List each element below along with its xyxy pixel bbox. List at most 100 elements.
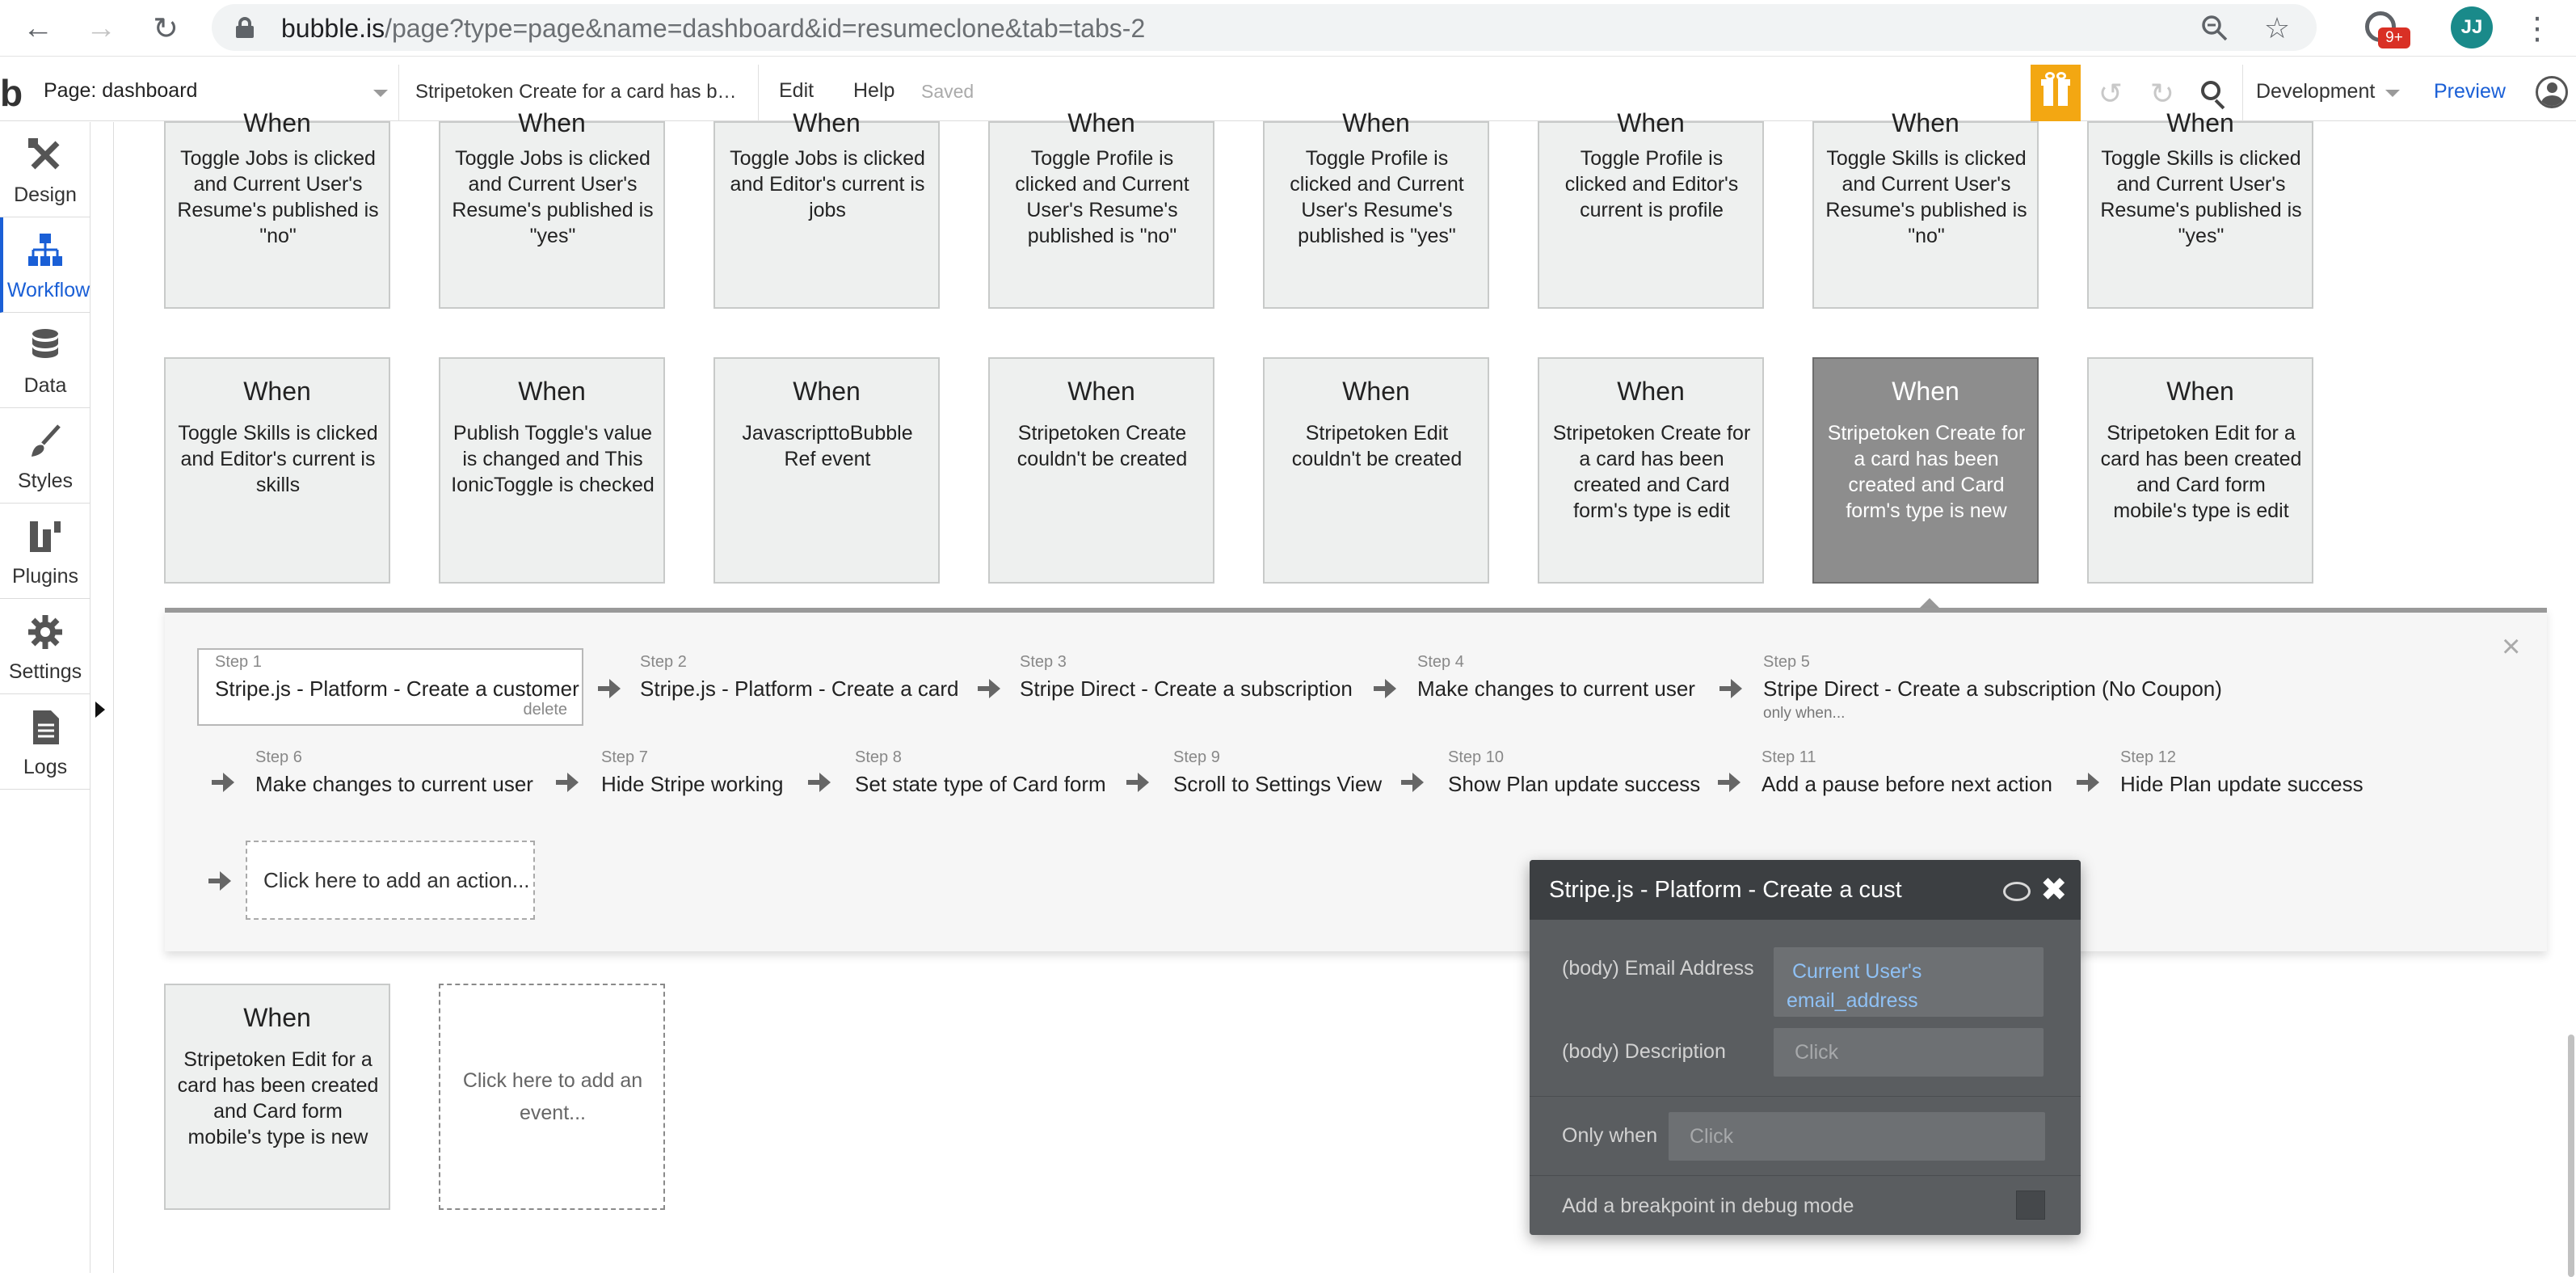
event-card[interactable]: When Stripetoken Edit for a card has been…	[164, 984, 390, 1210]
workflow-step-3[interactable]: Step 3 Stripe Direct - Create a subscrip…	[1020, 653, 1353, 702]
browser-menu-icon[interactable]: ⋮	[2521, 8, 2553, 48]
sidebar-item-label: Settings	[8, 660, 82, 683]
search-icon[interactable]	[2196, 76, 2232, 112]
arrow-right-icon	[1126, 773, 1149, 792]
workflow-step-8[interactable]: Step 8 Set state type of Card form	[855, 748, 1106, 797]
add-event-label: Click here to add an event...	[462, 1069, 643, 1124]
event-card[interactable]: When Publish Toggle's value is changed an…	[439, 357, 665, 584]
undo-icon[interactable]: ↺	[2093, 76, 2128, 112]
step-title: Stripe.js - Platform - Create a customer	[215, 676, 579, 701]
delete-step-link[interactable]: delete	[524, 701, 568, 719]
action-property-editor: Stripe.js - Platform - Create a cust ✖ (…	[1530, 860, 2081, 1235]
event-card[interactable]: When Stripetoken Edit couldn't be created	[1263, 357, 1489, 584]
redo-icon[interactable]: ↻	[2145, 76, 2180, 112]
event-description: Toggle Skills is clicked and Editor's cu…	[178, 422, 378, 496]
sidebar-item-design[interactable]: Design	[0, 122, 90, 217]
event-card[interactable]: When Stripetoken Edit for a card has been…	[2087, 357, 2313, 584]
email-address-label: (body) Email Address	[1562, 957, 1754, 980]
workflow-step-9[interactable]: Step 9 Scroll to Settings View	[1173, 748, 1382, 797]
bookmark-star-icon[interactable]: ☆	[2259, 11, 2295, 46]
sidebar-item-label: Workflow	[6, 279, 90, 301]
close-icon[interactable]: ×	[2502, 629, 2520, 665]
menu-help[interactable]: Help	[853, 79, 894, 103]
extension-icon[interactable]: 9+	[2362, 8, 2410, 48]
event-card[interactable]: When Toggle Skills is clicked and Current…	[2087, 108, 2313, 309]
zoom-icon[interactable]	[2197, 11, 2233, 46]
breakpoint-checkbox[interactable]	[2016, 1191, 2045, 1220]
event-card[interactable]: When JavascripttoBubble Ref event	[713, 357, 940, 584]
menu-edit[interactable]: Edit	[779, 79, 814, 103]
event-card-selected[interactable]: When Stripetoken Create for a card has be…	[1812, 357, 2039, 584]
workflow-step-7[interactable]: Step 7 Hide Stripe working	[601, 748, 783, 797]
workflow-step-1[interactable]: Step 1 Stripe.js - Platform - Create a c…	[197, 648, 583, 726]
event-description: Stripetoken Create for a card has been c…	[1827, 422, 2026, 522]
email-address-field[interactable]: Current User's email_address	[1774, 947, 2044, 1017]
workflow-step-11[interactable]: Step 11 Add a pause before next action	[1762, 748, 2052, 797]
event-card[interactable]: When Stripetoken Create for a card has be…	[1538, 357, 1764, 584]
browser-toolbar: ← → ↻ bubble.is/page?type=page&name=dash…	[0, 0, 2576, 57]
step-title: Make changes to current user	[1417, 676, 1695, 701]
url-text[interactable]: bubble.is/page?type=page&name=dashboard&…	[281, 14, 1145, 44]
comment-icon[interactable]	[2003, 882, 2031, 901]
email-value-line1: Current User's	[1791, 960, 1922, 983]
address-bar[interactable]: bubble.is/page?type=page&name=dashboard&…	[212, 4, 2317, 51]
event-description: Stripetoken Edit for a card has been cre…	[177, 1048, 379, 1148]
forward-arrow-icon[interactable]: →	[81, 8, 121, 48]
event-card[interactable]: When Toggle Skills is clicked and Current…	[1812, 108, 2039, 309]
workflow-step-10[interactable]: Step 10 Show Plan update success	[1448, 748, 1700, 797]
gift-icon[interactable]	[2031, 65, 2081, 121]
event-card[interactable]: When Toggle Profile is clicked and Curren…	[1263, 108, 1489, 309]
sidebar-item-data[interactable]: Data	[0, 313, 90, 408]
event-card[interactable]: When Toggle Skills is clicked and Editor'…	[164, 357, 390, 584]
sidebar-item-logs[interactable]: Logs	[0, 694, 90, 790]
workflow-steps-panel: × Step 1 Stripe.js - Platform - Create a…	[165, 608, 2547, 951]
add-action-button[interactable]: Click here to add an action...	[246, 841, 535, 920]
email-address-value: Current User's email_address	[1787, 957, 1921, 1015]
bubble-logo[interactable]: b	[0, 71, 32, 115]
sidebar-item-styles[interactable]: Styles	[0, 408, 90, 504]
description-field[interactable]: Click	[1774, 1028, 2044, 1077]
step-title: Stripe.js - Platform - Create a card	[640, 676, 959, 701]
only-when-field[interactable]: Click	[1669, 1112, 2045, 1161]
arrow-right-icon	[1374, 679, 1396, 698]
workflow-step-12[interactable]: Step 12 Hide Plan update success	[2120, 748, 2363, 797]
chevron-down-icon	[373, 90, 388, 97]
brush-icon	[32, 424, 61, 457]
workflow-step-5[interactable]: Step 5 Stripe Direct - Create a subscrip…	[1763, 653, 2222, 723]
event-card[interactable]: When Toggle Jobs is clicked and Editor's …	[713, 108, 940, 309]
back-arrow-icon[interactable]: ←	[18, 8, 58, 48]
workflow-step-2[interactable]: Step 2 Stripe.js - Platform - Create a c…	[640, 653, 958, 702]
step-number: Step 12	[2120, 748, 2176, 766]
sidebar-item-label: Plugins	[12, 565, 78, 588]
preview-link[interactable]: Preview	[2434, 80, 2506, 103]
event-card[interactable]: When Stripetoken Create couldn't be creat…	[988, 357, 1214, 584]
property-editor-titlebar[interactable]: Stripe.js - Platform - Create a cust ✖	[1530, 860, 2081, 920]
event-card[interactable]: When Toggle Jobs is clicked and Current U…	[164, 108, 390, 309]
close-icon[interactable]: ✖	[2040, 871, 2068, 908]
step-condition-note: only when...	[1763, 705, 1846, 722]
account-icon[interactable]	[2536, 76, 2568, 108]
event-card[interactable]: When Toggle Profile is clicked and Curren…	[988, 108, 1214, 309]
reload-icon[interactable]: ↻	[145, 8, 186, 48]
event-description: Toggle Profile is clicked and Current Us…	[1290, 147, 1464, 247]
sidebar-item-plugins[interactable]: Plugins	[0, 504, 90, 599]
sidebar-item-workflow[interactable]: Workflow	[0, 217, 90, 313]
add-action-label: Click here to add an action...	[263, 868, 530, 892]
step-title: Set state type of Card form	[855, 772, 1106, 796]
sidebar-item-settings[interactable]: Settings	[0, 599, 90, 694]
event-description: Toggle Jobs is clicked and Editor's curr…	[730, 147, 925, 221]
gear-icon	[28, 615, 62, 649]
workflow-step-6[interactable]: Step 6 Make changes to current user	[255, 748, 533, 797]
add-event-button[interactable]: Click here to add an event...	[439, 984, 665, 1210]
only-when-placeholder: Click	[1690, 1125, 1734, 1148]
sidebar-collapse-icon[interactable]	[95, 702, 105, 718]
page-scrollbar[interactable]	[2568, 1035, 2574, 1277]
event-description: Stripetoken Edit couldn't be created	[1291, 422, 1463, 470]
event-description: Toggle Jobs is clicked and Current User'…	[177, 147, 379, 247]
workflow-step-4[interactable]: Step 4 Make changes to current user	[1417, 653, 1695, 702]
event-card[interactable]: When Toggle Profile is clicked and Editor…	[1538, 108, 1764, 309]
description-placeholder: Click	[1795, 1041, 1839, 1064]
environment-label: Development	[2256, 80, 2376, 103]
event-card[interactable]: When Toggle Jobs is clicked and Current U…	[439, 108, 665, 309]
profile-avatar[interactable]: JJ	[2451, 6, 2493, 48]
